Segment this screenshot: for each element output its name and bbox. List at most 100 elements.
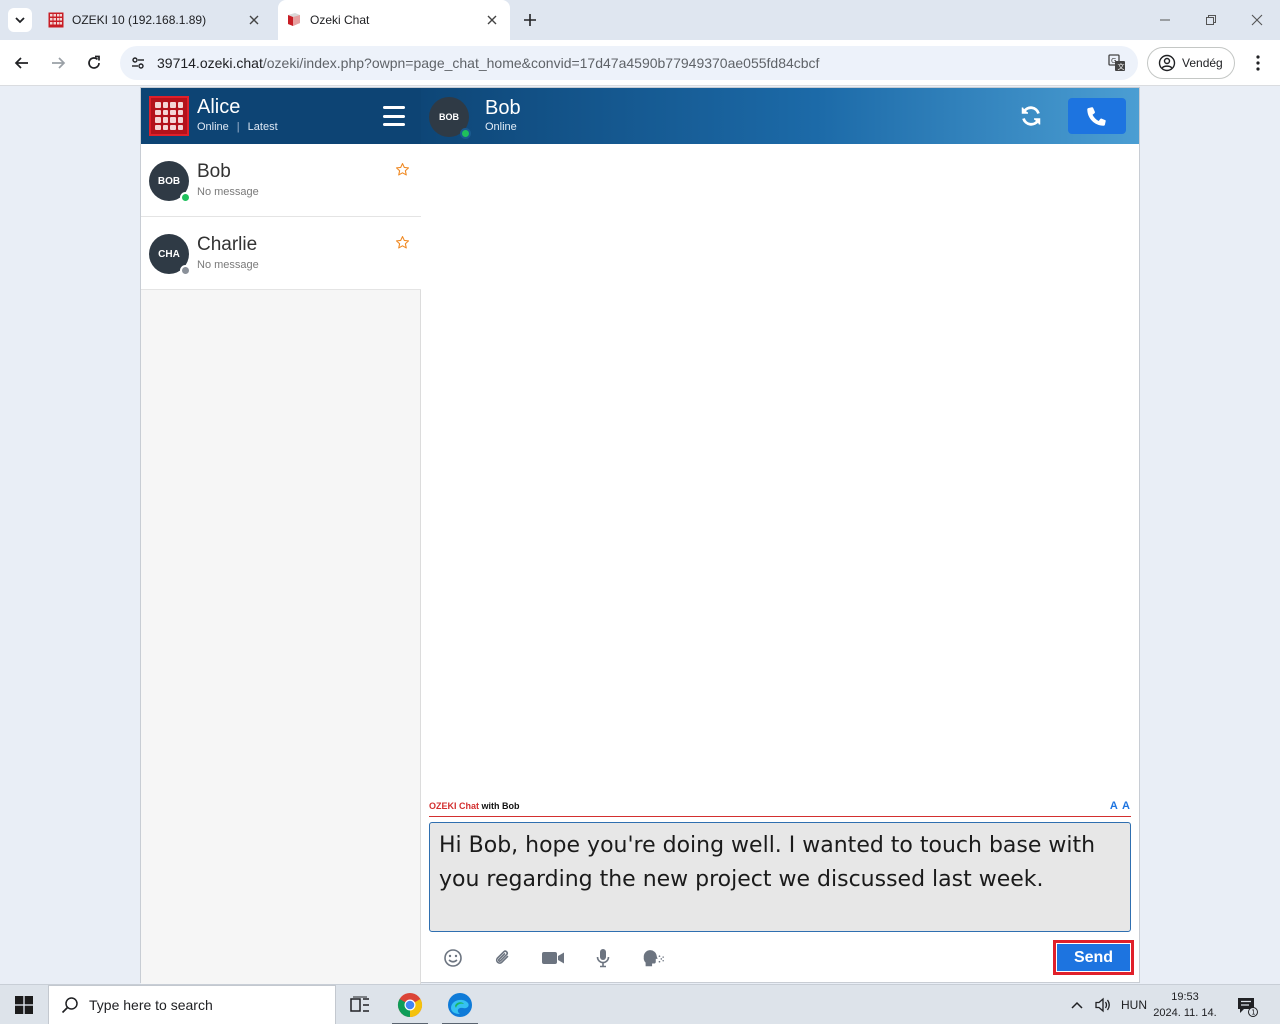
taskbar: Type here to search HUN 19:53 2024. 11. … [0, 984, 1280, 1024]
clock-time: 19:53 [1171, 991, 1199, 1003]
composer-toolbar [441, 946, 665, 970]
chat-header: BOB Bob Online [421, 88, 1139, 144]
contact-last-message: No message [197, 259, 259, 271]
restore-button[interactable] [1188, 0, 1234, 40]
browser-toolbar: 39714.ozeki.chat/ozeki/index.php?owpn=pa… [0, 40, 1280, 86]
tab-ozeki-chat[interactable]: Ozeki Chat [278, 0, 510, 40]
task-view-button[interactable] [336, 985, 384, 1024]
sort-filter-label[interactable]: Latest [248, 121, 278, 133]
avatar-initials: BOB [439, 112, 459, 122]
contact-name: Charlie [197, 234, 258, 255]
user-status-text[interactable]: Online [197, 121, 229, 133]
profile-label: Vendég [1182, 56, 1223, 70]
notification-count: 1 [1251, 1008, 1255, 1016]
page-viewport: Alice Online | Latest BOB Bob No message [0, 87, 1280, 984]
contact-item-charlie[interactable]: CHA Charlie No message [141, 217, 421, 290]
sidebar-header: Alice Online | Latest [141, 88, 421, 144]
ozeki-grid-icon [48, 12, 64, 28]
voice-speech-icon[interactable] [641, 946, 665, 970]
url-path: /ozeki/index.php?owpn=page_chat_home&con… [262, 55, 820, 71]
close-icon [1251, 14, 1263, 26]
minimize-icon [1160, 19, 1170, 21]
chevron-up-icon [1071, 1001, 1083, 1009]
video-camera-icon[interactable] [541, 946, 565, 970]
font-size-toggle[interactable]: A A [1110, 800, 1131, 812]
taskbar-clock[interactable]: 19:53 2024. 11. 14. [1152, 989, 1218, 1021]
ozeki-logo-icon[interactable] [149, 96, 189, 136]
message-list [421, 144, 1139, 798]
menu-icon[interactable] [383, 106, 405, 126]
send-button[interactable]: Send [1057, 944, 1130, 971]
presence-online-indicator [460, 128, 471, 139]
browser-tab-strip: OZEKI 10 (192.168.1.89) Ozeki Chat [0, 0, 1280, 40]
presence-online-indicator [180, 192, 191, 203]
chevron-down-icon [15, 17, 25, 24]
contact-item-bob[interactable]: BOB Bob No message [141, 144, 421, 217]
tab-title: OZEKI 10 (192.168.1.89) [72, 13, 207, 27]
plus-icon [524, 14, 536, 26]
address-bar[interactable]: 39714.ozeki.chat/ozeki/index.php?owpn=pa… [120, 46, 1138, 80]
more-vert-icon [1256, 55, 1260, 71]
star-icon[interactable] [395, 235, 410, 250]
chat-app: Alice Online | Latest BOB Bob No message [140, 87, 1140, 984]
composer-caption: OZEKI Chat with Bob A A [429, 800, 1131, 817]
chat-partner-status: Online [485, 121, 517, 133]
input-language-indicator[interactable]: HUN [1121, 985, 1147, 1024]
tab-close-icon[interactable] [242, 8, 266, 32]
status-separator: | [236, 121, 240, 133]
message-input[interactable]: Hi Bob, hope you're doing well. I wanted… [429, 822, 1131, 932]
chrome-icon [397, 993, 423, 1017]
avatar: BOB [429, 97, 471, 139]
avatar: CHA [149, 234, 191, 276]
profile-button[interactable]: Vendég [1147, 47, 1235, 79]
forward-button[interactable] [44, 49, 72, 77]
tab-search-button[interactable] [8, 8, 32, 32]
arrow-right-icon [52, 57, 66, 69]
notification-center-button[interactable]: 1 [1234, 993, 1260, 1019]
contact-name: Bob [197, 161, 231, 182]
microphone-icon[interactable] [591, 946, 615, 970]
restore-icon [1206, 15, 1216, 25]
contact-last-message: No message [197, 186, 259, 198]
composer-with: with Bob [481, 801, 520, 811]
browser-menu-button[interactable] [1246, 49, 1270, 77]
translate-icon[interactable]: G文 [1108, 54, 1126, 77]
start-button[interactable] [0, 985, 48, 1024]
avatar: BOB [149, 161, 191, 203]
close-window-button[interactable] [1234, 0, 1280, 40]
tab-close-icon[interactable] [480, 8, 504, 32]
reload-button[interactable] [80, 49, 108, 77]
ozeki-chat-icon [288, 13, 300, 26]
composer-brand: OZEKI Chat [429, 801, 480, 811]
emoji-icon[interactable] [441, 946, 465, 970]
presence-offline-indicator [180, 265, 191, 276]
windows-logo-icon [15, 996, 33, 1014]
sidebar: Alice Online | Latest BOB Bob No message [141, 88, 421, 984]
minimize-button[interactable] [1142, 0, 1188, 40]
site-info-icon[interactable] [128, 55, 148, 71]
back-button[interactable] [8, 49, 36, 77]
task-view-icon [350, 996, 369, 1012]
arrow-left-icon [14, 57, 28, 69]
chat-partner-name: Bob [485, 97, 521, 119]
chrome-taskbar-button[interactable] [386, 985, 434, 1024]
reload-icon [88, 55, 100, 69]
url-text: 39714.ozeki.chat/ozeki/index.php?owpn=pa… [157, 55, 819, 71]
tab-ozeki-10[interactable]: OZEKI 10 (192.168.1.89) [40, 0, 272, 40]
volume-button[interactable] [1094, 985, 1112, 1024]
refresh-icon [1021, 106, 1041, 126]
new-tab-button[interactable] [518, 8, 542, 32]
star-icon[interactable] [395, 162, 410, 177]
show-hidden-icons-button[interactable] [1070, 985, 1084, 1024]
speaker-icon [1095, 997, 1110, 1013]
taskbar-search[interactable]: Type here to search [48, 985, 336, 1024]
call-button[interactable] [1068, 98, 1126, 134]
search-icon [61, 996, 79, 1014]
search-placeholder: Type here to search [89, 997, 213, 1013]
current-user-name: Alice [197, 96, 241, 118]
paperclip-icon[interactable] [491, 946, 515, 970]
edge-taskbar-button[interactable] [436, 985, 484, 1024]
refresh-button[interactable] [1017, 102, 1045, 130]
tab-title: Ozeki Chat [310, 13, 370, 27]
svg-text:G: G [1111, 57, 1116, 65]
